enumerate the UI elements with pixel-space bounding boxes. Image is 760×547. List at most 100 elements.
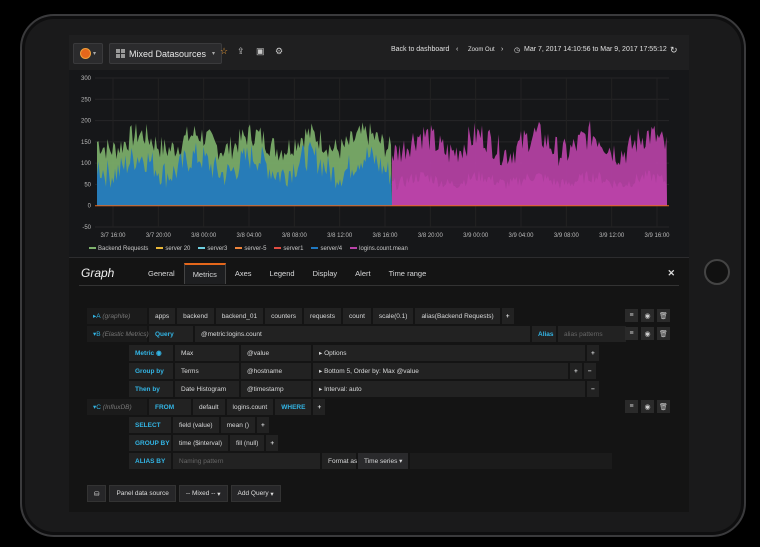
y-tick-label: 100 [81,161,92,167]
graphite-segment[interactable]: count [342,308,371,324]
add-query-button[interactable]: Add Query ▾ [230,485,281,502]
metric-label: Metric ◉ [129,345,173,361]
trash-icon[interactable]: 🗑 [657,327,670,340]
menu-icon[interactable]: ≡ [625,327,638,340]
alias-pattern-input[interactable]: alias patterns [558,326,626,342]
trash-icon[interactable]: 🗑 [657,309,670,322]
add-influx-groupby-button[interactable]: + [266,435,279,451]
alias-by-input[interactable]: Naming pattern [173,453,320,469]
data-source-bar: ⛁ Panel data source -- Mixed -- ▾ Add Qu… [87,485,281,502]
x-tick-label: 3/8 08:00 [282,233,308,239]
graph-legend: Backend Requests server 20 server3 server-5… [89,246,408,252]
measurement-select[interactable]: logins.count [226,399,274,415]
query-ref-b[interactable]: ▾ B (Elastic Metrics) [87,326,149,342]
legend-item[interactable]: server 20 [156,246,190,252]
data-source-select[interactable]: -- Mixed -- ▾ [178,485,228,502]
metric-options-toggle[interactable]: ▸ Options [313,345,585,361]
legend-label: server1 [283,246,304,252]
retention-policy-select[interactable]: default [193,399,225,415]
graphite-segment[interactable]: backend [177,308,214,324]
eye-icon[interactable]: ◉ [156,349,162,357]
menu-icon[interactable]: ≡ [625,400,638,413]
menu-icon[interactable]: ≡ [625,309,638,322]
thenby-options-toggle[interactable]: ▸ Interval: auto [313,381,585,397]
query-ref-a[interactable]: ▸ A (graphite) [87,308,147,324]
eye-icon[interactable]: ◉ [641,327,654,340]
metric-field-select[interactable]: @value [241,345,311,361]
remove-groupby-button[interactable]: − [583,363,596,379]
graphite-segment[interactable]: apps [149,308,176,324]
share-icon[interactable]: ⇪ [237,46,245,57]
format-as-select[interactable]: Time series ▾ [358,453,408,469]
legend-item[interactable]: server/4 [311,246,342,252]
dashboard-grid-icon [116,49,125,58]
time-range-picker[interactable]: Mar 7, 2017 14:10:56 to Mar 9, 2017 17:5… [524,46,667,53]
groupby-row: Group by Terms @hostname ▸ Bottom 5, Ord… [129,363,596,379]
eye-icon[interactable]: ◉ [641,400,654,413]
groupby-fill[interactable]: fill (null) [229,435,265,451]
add-metric-button[interactable]: + [587,345,599,361]
tab-display[interactable]: Display [304,263,347,284]
graphite-segment[interactable]: alias(Backend Requests) [415,308,500,324]
graphite-segment[interactable]: counters [265,308,303,324]
groupby-label: Group by [129,363,173,379]
y-tick-label: 200 [81,119,92,125]
x-tick-label: 3/7 16:00 [100,233,126,239]
tab-axes[interactable]: Axes [226,263,261,284]
select-field[interactable]: field (value) [173,417,219,433]
refresh-icon[interactable]: ↻ [670,45,678,56]
zoom-out-button[interactable]: Zoom Out [468,47,495,53]
graphite-segment[interactable]: requests [304,308,341,324]
thenby-field-select[interactable]: @timestamp [241,381,311,397]
groupby-options-toggle[interactable]: ▸ Bottom 5, Order by: Max @value [313,363,568,379]
dashboard-picker[interactable]: Mixed Datasources ▾ [109,43,223,64]
legend-label: Backend Requests [98,246,149,252]
back-to-dashboard-link[interactable]: Back to dashboard [391,46,449,53]
time-forward-chevron-icon[interactable]: › [501,46,503,53]
x-tick-label: 3/9 08:00 [554,233,580,239]
database-icon: ⛁ [87,485,107,502]
add-groupby-button[interactable]: + [570,363,582,379]
thenby-label: Then by [129,381,173,397]
trash-icon[interactable]: 🗑 [657,400,670,413]
thenby-agg-select[interactable]: Date Histogram [175,381,239,397]
legend-item[interactable]: server-5 [235,246,266,252]
remove-thenby-button[interactable]: − [587,381,599,397]
time-back-chevron-icon[interactable]: ‹ [456,46,458,53]
lucene-query-input[interactable]: @metric:logins.count [195,326,530,342]
groupby-time[interactable]: time ($interval) [173,435,228,451]
tab-legend[interactable]: Legend [261,263,304,284]
eye-icon[interactable]: ◉ [641,309,654,322]
close-editor-icon[interactable]: ✕ [667,268,675,279]
metric-agg-select[interactable]: Max [175,345,239,361]
query-ref-c[interactable]: ▾ C (InfluxDB) [87,399,147,415]
graphite-segment[interactable]: backend_01 [215,308,264,324]
thenby-row: Then by Date Histogram @timestamp ▸ Inte… [129,381,599,397]
tab-alert[interactable]: Alert [346,263,379,284]
save-icon[interactable]: ▣ [256,46,265,57]
legend-swatch [89,247,96,250]
graphite-segment[interactable]: scale(0.1) [372,308,414,324]
tab-time-range[interactable]: Time range [380,263,436,284]
add-where-button[interactable]: + [313,399,326,415]
add-select-button[interactable]: + [257,417,269,433]
x-tick-label: 3/8 04:00 [236,233,262,239]
star-icon[interactable]: ☆ [220,46,228,57]
tab-general[interactable]: General [139,263,184,284]
query-row-c: ▾ C (InfluxDB) FROM default logins.count… [87,399,326,415]
graph-canvas: 300 250 200 150 100 50 0 -50 3/7 16:00 3/7 20:00 3… [81,76,670,239]
grafana-menu-button[interactable]: ▾ [73,43,103,64]
caret-down-icon: ▾ [212,51,216,57]
legend-item[interactable]: logins.count.mean [350,246,408,252]
select-function[interactable]: mean () [220,417,256,433]
legend-item[interactable]: server3 [198,246,227,252]
legend-item[interactable]: Backend Requests [89,246,148,252]
groupby-field-select[interactable]: @hostname [241,363,311,379]
add-segment-button[interactable]: + [501,308,514,324]
legend-item[interactable]: server1 [274,246,303,252]
settings-gear-icon[interactable]: ⚙ [275,46,283,57]
alias-by-row: ALIAS BY Naming pattern Format as Time s… [129,453,612,469]
groupby-agg-select[interactable]: Terms [175,363,239,379]
format-as-label: Format as [322,453,357,469]
tab-metrics[interactable]: Metrics [183,263,226,284]
